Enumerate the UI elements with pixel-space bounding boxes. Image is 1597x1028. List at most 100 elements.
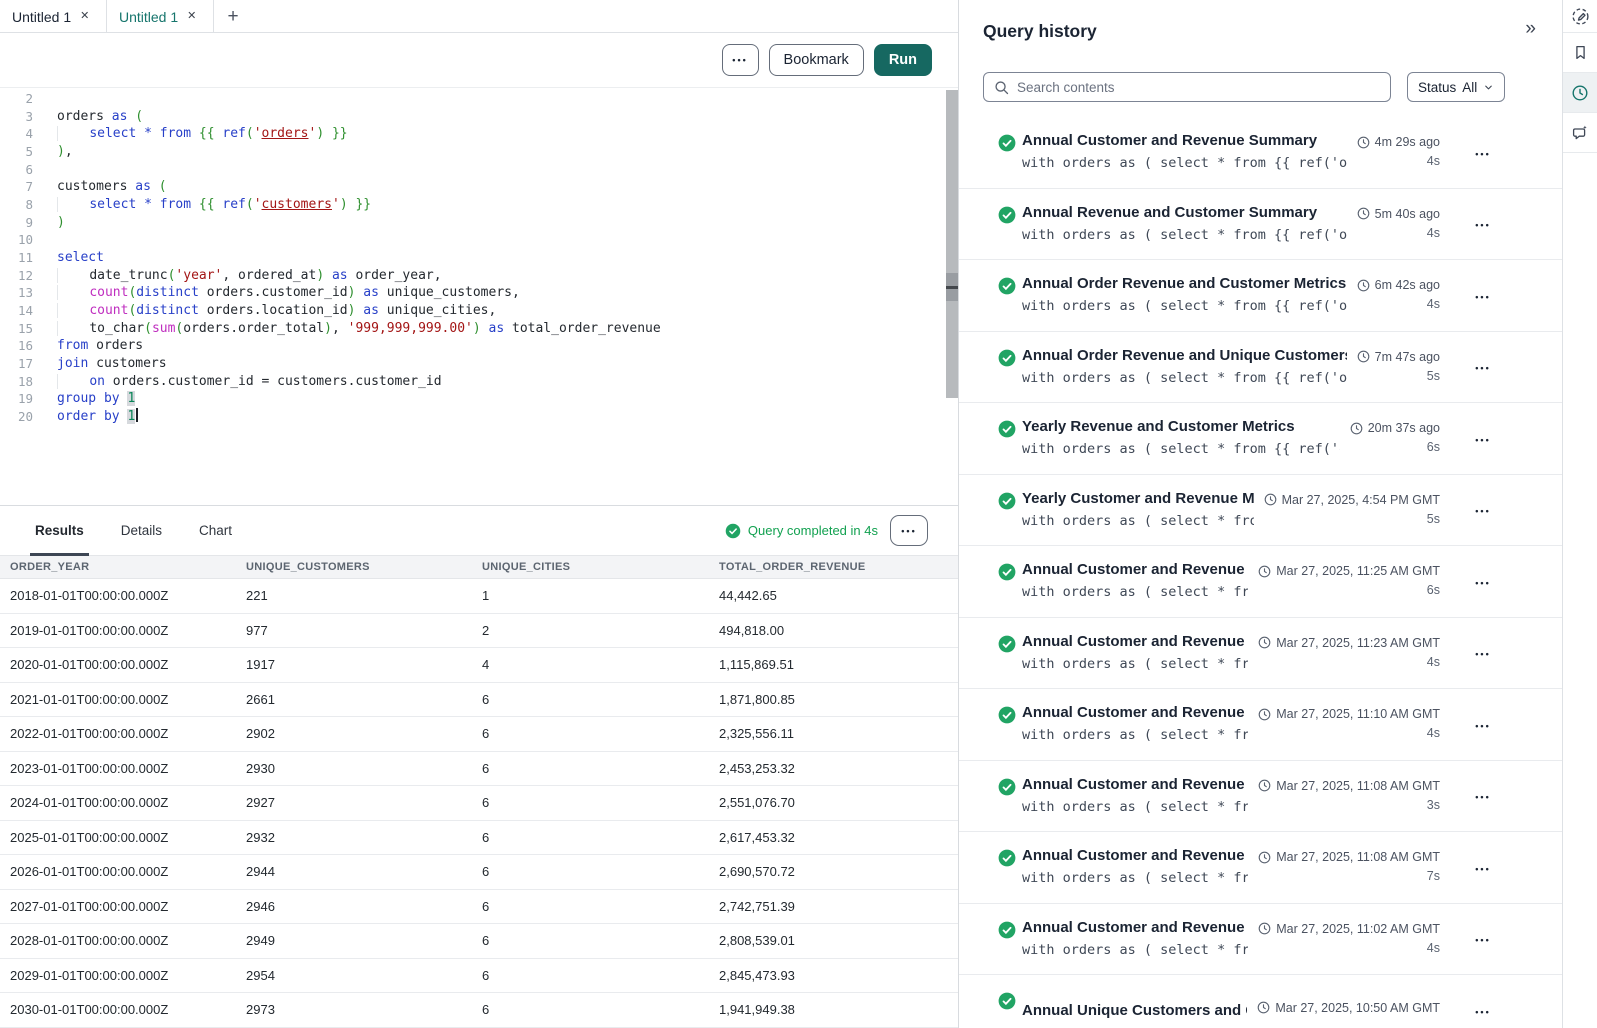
query-status-text: Query completed in 4s — [748, 523, 878, 538]
code-line: 7 customers as ( — [0, 178, 958, 196]
success-check-icon — [998, 778, 1016, 801]
status-filter-dropdown[interactable]: Status All — [1407, 72, 1505, 102]
tab-label: Untitled 1 — [12, 9, 71, 25]
history-item-duration: 4s — [1427, 154, 1440, 169]
history-item-menu-button[interactable]: ••• — [1468, 717, 1498, 732]
history-item-menu-button[interactable]: ••• — [1468, 216, 1498, 231]
results-table-body: 2018-01-01T00:00:00.000Z221144,442.65201… — [0, 579, 958, 1028]
rail-item-ai-assistant[interactable] — [1563, 113, 1597, 153]
table-cell: 2946 — [246, 899, 482, 914]
search-input[interactable] — [1017, 80, 1380, 95]
line-code — [40, 161, 57, 179]
collapse-panel-button[interactable]: » — [1525, 18, 1536, 40]
history-item[interactable]: Annual Order Revenue and Customer Metric… — [959, 260, 1562, 332]
history-item-menu-button[interactable]: ••• — [1468, 431, 1498, 446]
history-item-menu-button[interactable]: ••• — [1468, 359, 1498, 374]
clock-icon — [1258, 851, 1271, 864]
table-row: 2025-01-01T00:00:00.000Z293262,617,453.3… — [0, 821, 958, 856]
clock-icon — [1264, 493, 1277, 506]
rail-item-bookmarks[interactable] — [1563, 33, 1597, 73]
history-item-title: Annual Revenue and Customer Summary — [1022, 201, 1347, 224]
history-item[interactable]: Annual Customer and Revenue Summ... with… — [959, 832, 1562, 904]
history-item[interactable]: Annual Customer and Revenue Analysis wit… — [959, 546, 1562, 618]
more-options-button[interactable]: ••• — [722, 44, 759, 76]
line-number: 3 — [0, 108, 40, 126]
history-item-menu-button[interactable]: ••• — [1468, 288, 1498, 303]
history-item-menu-button[interactable]: ••• — [1468, 502, 1498, 517]
history-item-menu-button[interactable]: ••• — [1468, 1003, 1498, 1018]
tab-details[interactable]: Details — [121, 506, 162, 556]
editor-tab-untitled-1[interactable]: Untitled 1 ✕ — [0, 0, 107, 33]
ellipsis-icon: ••• — [1475, 1007, 1490, 1017]
table-cell: 494,818.00 — [719, 623, 958, 638]
close-tab-icon[interactable]: ✕ — [80, 11, 89, 22]
history-item[interactable]: Annual Order Revenue and Unique Customer… — [959, 332, 1562, 404]
close-tab-icon[interactable]: ✕ — [187, 11, 196, 22]
table-cell: 2902 — [246, 726, 482, 741]
success-check-icon — [998, 206, 1016, 229]
table-cell: 6 — [482, 899, 719, 914]
code-line: 3 orders as ( — [0, 108, 958, 126]
table-row: 2021-01-01T00:00:00.000Z266161,871,800.8… — [0, 683, 958, 718]
history-item-menu-button[interactable]: ••• — [1468, 145, 1498, 160]
history-item-menu-button[interactable]: ••• — [1468, 931, 1498, 946]
tab-bar: Untitled 1 ✕ Untitled 1 ✕ + — [0, 0, 958, 33]
ellipsis-icon: ••• — [1475, 292, 1490, 302]
success-check-icon — [998, 992, 1016, 1015]
table-cell: 6 — [482, 692, 719, 707]
history-item[interactable]: Annual Customer and Revenue Summ... with… — [959, 618, 1562, 690]
run-button[interactable]: Run — [874, 44, 932, 76]
history-item[interactable]: Annual Revenue and Customer Summary with… — [959, 189, 1562, 261]
history-item-menu-button[interactable]: ••• — [1468, 860, 1498, 875]
history-item-snippet: with orders as ( select * from … — [1022, 939, 1248, 962]
search-box[interactable] — [983, 72, 1391, 102]
code-editor[interactable]: 2 3 orders as ( 4 select * from {{ ref('… — [0, 88, 958, 505]
history-item[interactable]: Annual Customer and Revenue Summ... with… — [959, 904, 1562, 976]
editor-toolbar: ••• Bookmark Run — [0, 33, 958, 88]
history-item-menu-button[interactable]: ••• — [1468, 574, 1498, 589]
code-line: 14 count(distinct orders.location_id) as… — [0, 302, 958, 320]
success-check-icon — [998, 134, 1016, 157]
table-cell: 2,808,539.01 — [719, 933, 958, 948]
history-item-menu-button[interactable]: ••• — [1468, 645, 1498, 660]
right-icon-rail — [1562, 0, 1597, 1028]
scrollbar-cursor-marker — [946, 286, 958, 289]
clock-icon — [1258, 708, 1271, 721]
history-item[interactable]: Yearly Customer and Revenue Metrics with… — [959, 475, 1562, 547]
history-item-time: 7m 47s ago — [1375, 350, 1440, 364]
history-item-time: 4m 29s ago — [1375, 135, 1440, 149]
line-number: 11 — [0, 249, 40, 267]
table-cell: 6 — [482, 830, 719, 845]
tab-chart[interactable]: Chart — [199, 506, 232, 556]
history-item-title: Annual Customer and Revenue Analysis — [1022, 558, 1248, 581]
history-item-time: Mar 27, 2025, 11:02 AM GMT — [1276, 922, 1440, 936]
history-item[interactable]: Yearly Revenue and Customer Metrics with… — [959, 403, 1562, 475]
table-cell: 4 — [482, 657, 719, 672]
history-item[interactable]: Annual Customer and Revenue Summary with… — [959, 117, 1562, 189]
chevron-down-icon — [1483, 82, 1494, 93]
editor-tab-untitled-2[interactable]: Untitled 1 ✕ — [107, 0, 214, 33]
history-item[interactable]: Annual Customer and Revenue Summ... with… — [959, 689, 1562, 761]
table-cell: 2,617,453.32 — [719, 830, 958, 845]
column-header: TOTAL_ORDER_REVENUE — [719, 561, 958, 573]
ellipsis-icon: ••• — [901, 526, 916, 536]
line-code: date_trunc('year', ordered_at) as order_… — [40, 267, 442, 285]
results-more-button[interactable]: ••• — [890, 515, 928, 546]
history-item[interactable]: Annual Unique Customers and City A… Mar … — [959, 975, 1562, 1028]
code-line: 13 count(distinct orders.customer_id) as… — [0, 284, 958, 302]
ellipsis-icon: ••• — [1475, 149, 1490, 159]
history-item-duration: 3s — [1427, 798, 1440, 813]
search-icon — [994, 80, 1009, 95]
rail-item-query-history[interactable] — [1563, 73, 1597, 113]
history-item[interactable]: Annual Customer and Revenue Summ... with… — [959, 761, 1562, 833]
bookmark-button[interactable]: Bookmark — [769, 44, 864, 76]
add-tab-button[interactable]: + — [214, 0, 252, 33]
editor-scrollbar[interactable] — [946, 90, 958, 398]
table-cell: 2018-01-01T00:00:00.000Z — [10, 588, 246, 603]
history-item-menu-button[interactable]: ••• — [1468, 788, 1498, 803]
table-row: 2022-01-01T00:00:00.000Z290262,325,556.1… — [0, 717, 958, 752]
code-line: 9 ) — [0, 214, 958, 232]
table-row: 2029-01-01T00:00:00.000Z295462,845,473.9… — [0, 959, 958, 994]
rail-item-explore[interactable] — [1563, 0, 1597, 33]
tab-results[interactable]: Results — [35, 506, 84, 556]
